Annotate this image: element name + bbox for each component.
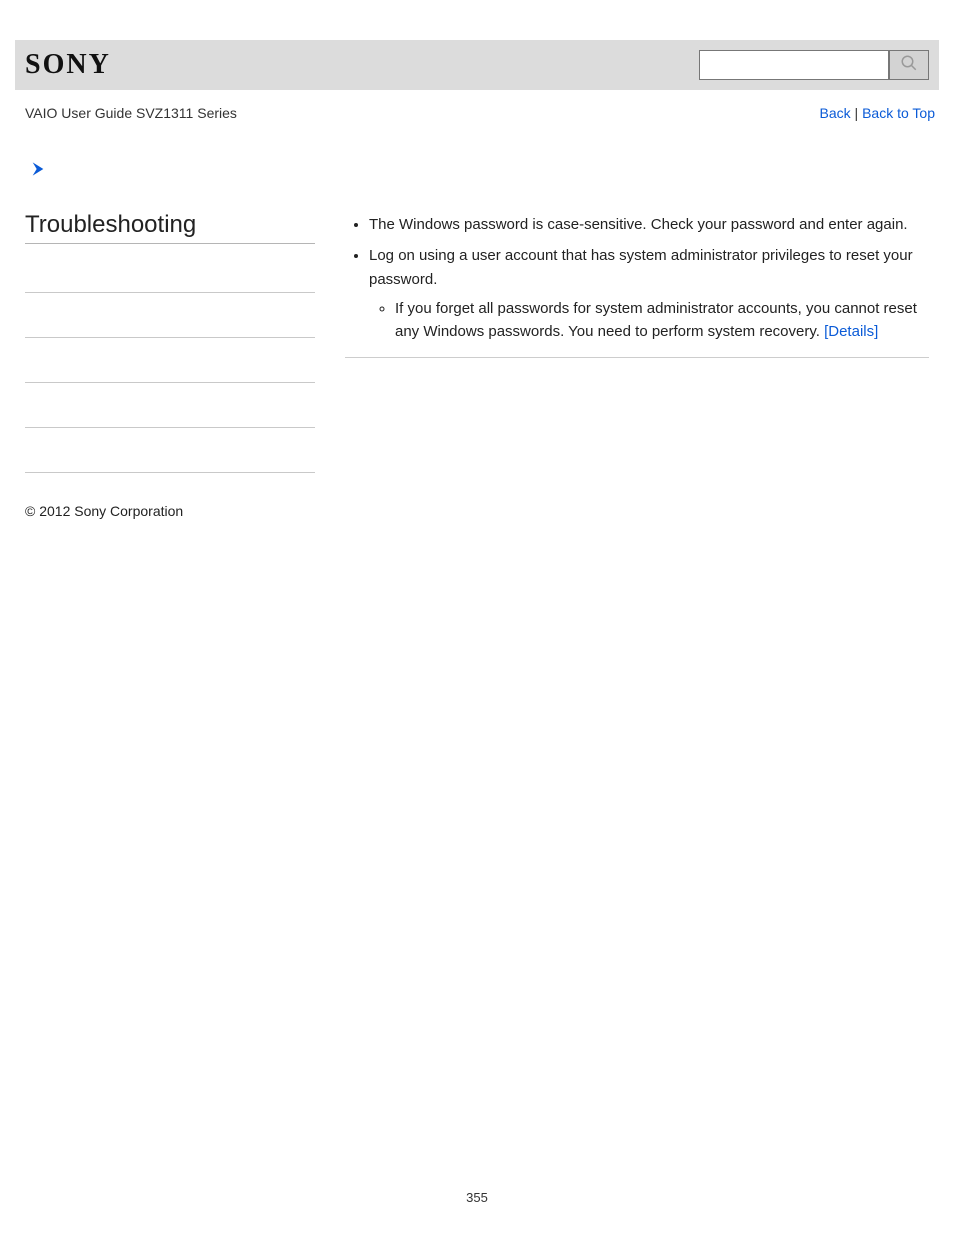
header-bar: SONY <box>15 40 939 90</box>
list-item-text: Log on using a user account that has sys… <box>369 247 913 287</box>
breadcrumb-row <box>15 131 939 181</box>
list-item-text: The Windows password is case-sensitive. … <box>369 216 908 233</box>
copyright-text: © 2012 Sony Corporation <box>15 473 939 519</box>
sidebar-item[interactable] <box>25 338 315 383</box>
content-divider <box>345 357 929 358</box>
page-number: 355 <box>0 1190 954 1205</box>
sidebar-item[interactable] <box>25 248 315 293</box>
details-link[interactable]: [Details] <box>824 323 878 340</box>
list-item: Log on using a user account that has sys… <box>369 244 929 343</box>
sub-list: If you forget all passwords for system a… <box>369 297 929 344</box>
back-link[interactable]: Back <box>820 105 851 121</box>
nav-links: Back | Back to Top <box>820 105 935 121</box>
list-item: The Windows password is case-sensitive. … <box>369 213 929 236</box>
chevron-right-icon[interactable] <box>30 164 46 181</box>
sidebar-item[interactable] <box>25 428 315 473</box>
search-input[interactable] <box>699 50 889 80</box>
back-to-top-link[interactable]: Back to Top <box>862 105 935 121</box>
page-title: Troubleshooting <box>25 211 315 244</box>
sidebar-item[interactable] <box>25 383 315 428</box>
sidebar-item[interactable] <box>25 293 315 338</box>
bullet-list: The Windows password is case-sensitive. … <box>345 213 929 343</box>
magnifier-icon <box>900 54 918 76</box>
list-item: If you forget all passwords for system a… <box>395 297 929 344</box>
sidebar: Troubleshooting <box>15 211 325 473</box>
nav-separator: | <box>851 105 862 121</box>
search-group <box>699 50 929 80</box>
subheader: VAIO User Guide SVZ1311 Series Back | Ba… <box>15 90 939 131</box>
guide-title: VAIO User Guide SVZ1311 Series <box>25 105 237 121</box>
search-button[interactable] <box>889 50 929 80</box>
sony-logo: SONY <box>25 49 111 81</box>
main-content: The Windows password is case-sensitive. … <box>325 211 939 358</box>
